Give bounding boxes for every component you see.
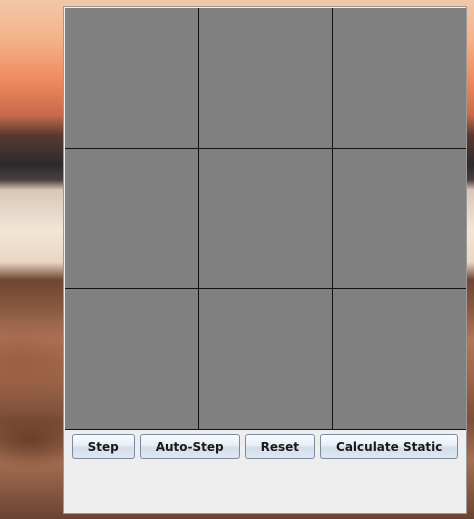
grid-cell-r2-c3[interactable] — [333, 148, 466, 289]
control-button-bar: Step Auto-Step Reset Calculate Static — [64, 434, 466, 459]
reset-button[interactable]: Reset — [244, 434, 316, 459]
step-button[interactable]: Step — [71, 434, 135, 459]
calculate-static-button[interactable]: Calculate Static — [320, 434, 459, 459]
grid-cell-r1-c2[interactable] — [199, 8, 332, 148]
auto-step-button[interactable]: Auto-Step — [139, 434, 240, 459]
grid-cell-r3-c3[interactable] — [333, 289, 466, 429]
grid-cell-r1-c1[interactable] — [65, 8, 198, 148]
grid-cell-r1-c3[interactable] — [333, 8, 466, 148]
grid-cell-r3-c2[interactable] — [199, 289, 332, 429]
grid-cell-r2-c2[interactable] — [199, 148, 332, 289]
game-of-life-window: Step Auto-Step Reset Calculate Static — [63, 6, 467, 514]
grid-cell-r2-c1[interactable] — [65, 148, 198, 289]
cell-grid — [65, 8, 466, 430]
grid-cell-r3-c1[interactable] — [65, 289, 198, 429]
